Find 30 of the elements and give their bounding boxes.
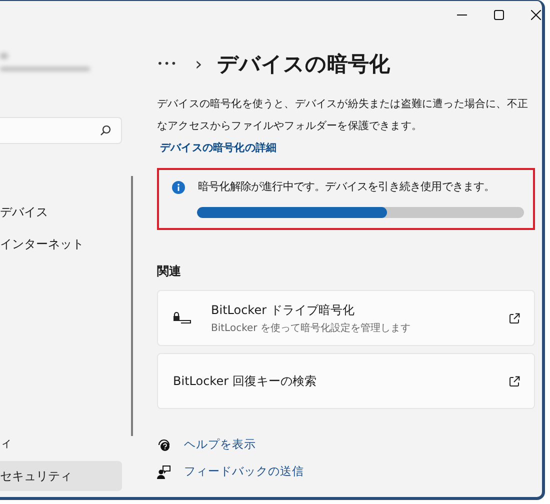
sidebar-item[interactable]: ィ	[0, 428, 122, 458]
close-icon[interactable]	[531, 10, 541, 20]
more-button[interactable]: •••	[157, 58, 195, 70]
breadcrumb-separator: ›	[195, 54, 204, 74]
related-card[interactable]: BitLocker 回復キーの検索	[157, 353, 535, 409]
maximize-icon[interactable]	[494, 10, 504, 20]
search-icon	[100, 125, 111, 136]
help-link[interactable]: ヘルプを表示	[184, 437, 256, 452]
scrollbar[interactable]	[131, 176, 132, 436]
sidebar-item[interactable]: デバイス	[0, 197, 122, 227]
card-title: BitLocker ドライブ暗号化	[211, 302, 356, 318]
external-link-icon	[509, 312, 520, 324]
related-card[interactable]: BitLocker ドライブ暗号化 BitLocker を使って暗号化設定を管理します	[157, 290, 535, 346]
search-field[interactable]	[0, 117, 122, 144]
section-heading: 関連	[157, 263, 182, 280]
info-icon	[172, 180, 185, 194]
sidebar-item[interactable]: セキュリティ	[0, 461, 122, 491]
external-link-icon	[509, 376, 520, 386]
feedback-icon	[157, 464, 171, 478]
help-link[interactable]: フィードバックの送信	[184, 464, 304, 479]
card-title: BitLocker 回復キーの検索	[173, 372, 318, 390]
help-icon	[157, 438, 171, 452]
lock-key-icon	[173, 312, 191, 324]
description: デバイスの暗号化を使うと、デバイスが紛失または盗難に遭った場合に、不正なアクセスからファイルやフォルダーを保護できます。 デバイスの暗号化の詳細	[157, 97, 530, 156]
details-link[interactable]: デバイスの暗号化の詳細	[160, 142, 277, 154]
card-subtitle: BitLocker を使って暗号化設定を管理します	[211, 322, 412, 334]
status-message: 暗号化解除が進行中です。デバイスを引き続き使用できます。	[198, 180, 495, 194]
sidebar-item[interactable]: インターネット	[0, 229, 122, 259]
page-title: デバイスの暗号化	[217, 51, 390, 78]
blurred-name	[0, 53, 8, 59]
